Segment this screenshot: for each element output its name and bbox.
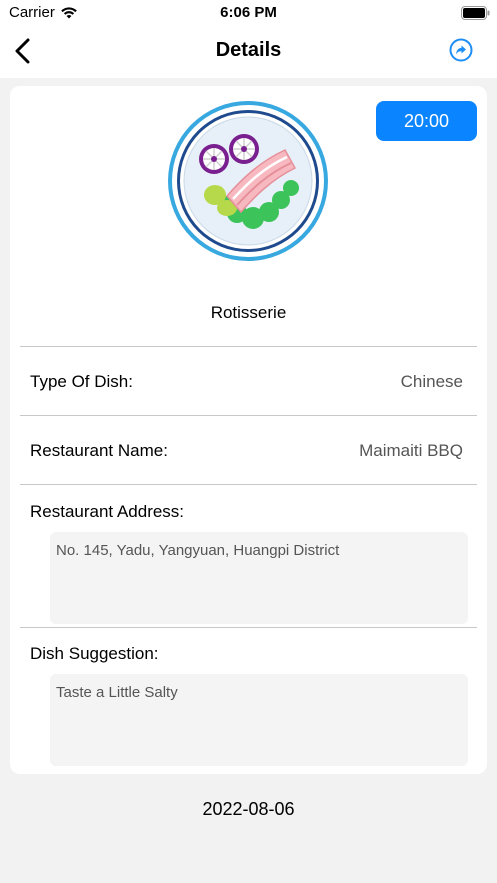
- divider: [20, 484, 477, 485]
- dish-name: Rotisserie: [210, 303, 287, 322]
- dish-suggestion-field[interactable]: Taste a Little Salty: [50, 674, 468, 766]
- restaurant-address-field[interactable]: No. 145, Yadu, Yangyuan, Huangpi Distric…: [50, 532, 468, 624]
- battery-icon: [461, 6, 490, 20]
- dish-suggestion-label: Dish Suggestion:: [30, 644, 159, 663]
- restaurant-name-label: Restaurant Name:: [30, 441, 168, 460]
- divider: [20, 415, 477, 416]
- divider: [20, 627, 477, 628]
- share-icon[interactable]: [449, 38, 473, 62]
- status-bar: Carrier 6:06 PM: [0, 0, 497, 26]
- time-badge[interactable]: 20:00: [376, 101, 477, 141]
- restaurant-address-label: Restaurant Address:: [30, 502, 185, 521]
- type-of-dish-label: Type Of Dish:: [30, 372, 133, 391]
- status-time: 6:06 PM: [220, 4, 277, 21]
- navigation-bar: Details: [0, 26, 497, 78]
- type-of-dish-value: Chinese: [400, 372, 463, 391]
- divider: [20, 346, 477, 347]
- detail-card: 20:00 Rotisserie Type Of Dish: Chinese R…: [10, 86, 487, 774]
- page-title: Details: [215, 39, 282, 61]
- restaurant-name-value: Maimaiti BBQ: [359, 441, 463, 460]
- date-label: 2022-08-06: [202, 799, 295, 819]
- dish-plate-image: [168, 101, 328, 261]
